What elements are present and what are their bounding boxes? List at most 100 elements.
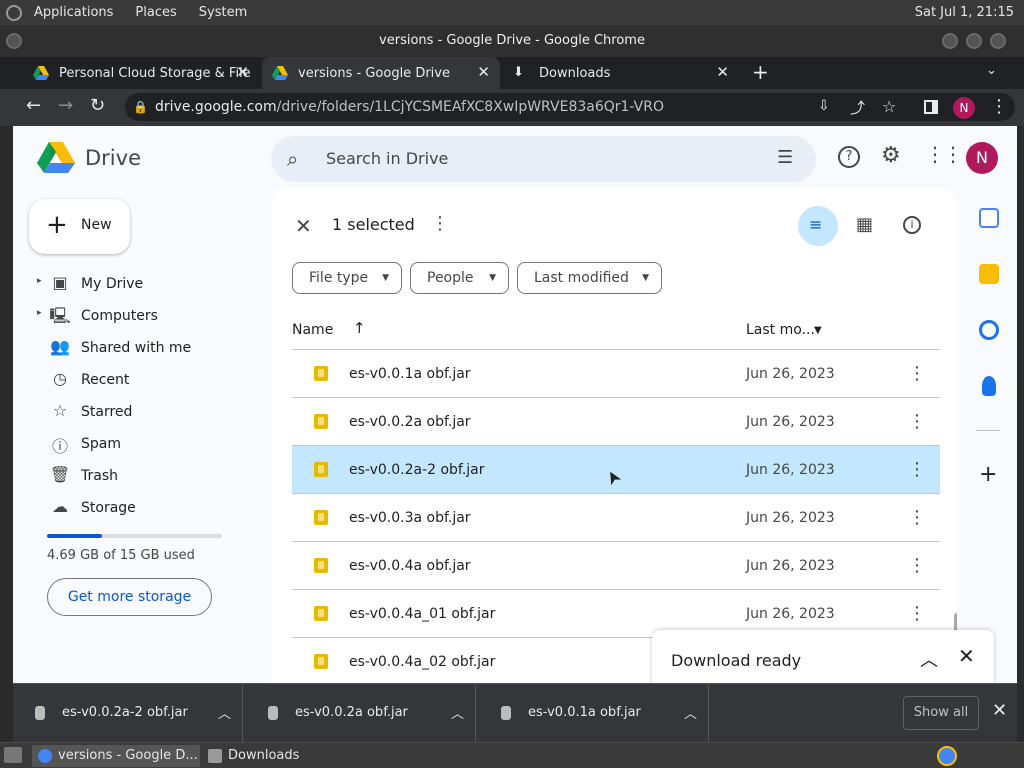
filter-chip-people[interactable]: People ▼ [410, 262, 509, 294]
share-icon[interactable]: ⤴ [850, 97, 865, 118]
sidebar-item-computers[interactable]: ▸ 🖳 Computers [33, 301, 253, 333]
google-drive-logo-icon[interactable] [37, 140, 75, 178]
close-toast-icon[interactable]: ✕ [958, 644, 975, 668]
file-modified-date: Jun 26, 2023 [746, 606, 835, 622]
expand-toast-chevron-icon[interactable]: ︿ [920, 646, 938, 672]
profile-avatar[interactable]: N [953, 97, 975, 119]
account-avatar[interactable]: N [966, 142, 998, 174]
tab-personal-cloud-storage[interactable]: Personal Cloud Storage & File ✕ [23, 57, 259, 89]
search-icon[interactable]: ⌕ [287, 147, 298, 171]
help-icon[interactable]: ? [838, 146, 860, 168]
drive-logo-text[interactable]: Drive [85, 146, 141, 170]
side-panel-icon[interactable] [924, 100, 938, 114]
chrome-menu-icon[interactable]: ⋮ [990, 96, 1008, 117]
google-tasks-icon[interactable] [979, 320, 999, 340]
taskbar-item-chrome[interactable]: versions - Google D... [32, 745, 200, 767]
gnome-foot-icon[interactable] [6, 4, 22, 21]
google-calendar-icon[interactable] [979, 208, 999, 228]
tab-downloads[interactable]: ⬇ Downloads ✕ [503, 57, 739, 89]
close-shelf-icon[interactable]: ✕ [992, 700, 1007, 721]
plus-icon: + [46, 210, 68, 240]
file-name: es-v0.0.4a obf.jar [349, 558, 471, 574]
row-more-actions-icon[interactable]: ⋮ [908, 411, 926, 432]
expand-caret-icon[interactable]: ▸ [37, 276, 42, 286]
jar-file-icon [314, 462, 328, 477]
file-row[interactable]: es-v0.0.4a obf.jar Jun 26, 2023 ⋮ [292, 542, 940, 590]
tab-search-icon[interactable]: ⌄ [986, 63, 997, 78]
sort-direction-arrow-icon[interactable]: ↑ [353, 319, 366, 337]
forward-icon[interactable]: → [58, 95, 73, 116]
info-icon[interactable]: i [903, 216, 921, 234]
clear-selection-close-icon[interactable]: ✕ [295, 214, 312, 238]
close-icon[interactable]: ✕ [477, 63, 490, 81]
close-window-button[interactable] [990, 33, 1006, 49]
sidebar-item-trash[interactable]: 🗑 Trash [33, 461, 253, 493]
row-more-actions-icon[interactable]: ⋮ [908, 363, 926, 384]
filter-chip-file-type[interactable]: File type ▼ [292, 262, 402, 294]
file-row[interactable]: es-v0.0.3a obf.jar Jun 26, 2023 ⋮ [292, 494, 940, 542]
sidebar-item-recent[interactable]: ◷ Recent [33, 365, 253, 397]
lock-icon[interactable]: 🔒 [133, 93, 148, 121]
file-row[interactable]: es-v0.0.1a obf.jar Jun 26, 2023 ⋮ [292, 350, 940, 398]
reload-icon[interactable]: ↻ [90, 95, 105, 116]
file-name: es-v0.0.1a obf.jar [349, 366, 471, 382]
row-more-actions-icon[interactable]: ⋮ [908, 507, 926, 528]
row-more-actions-icon[interactable]: ⋮ [908, 603, 926, 624]
sidebar-item-shared-with-me[interactable]: 👥 Shared with me [33, 333, 253, 365]
download-options-chevron-icon[interactable]: ︿ [218, 703, 231, 722]
get-more-storage-button[interactable]: Get more storage [47, 578, 212, 616]
google-contacts-icon[interactable] [982, 376, 996, 396]
sidebar-item-starred[interactable]: ☆ Starred [33, 397, 253, 429]
column-header-name[interactable]: Name [292, 322, 333, 338]
sidebar-item-storage[interactable]: ☁ Storage [33, 493, 253, 525]
show-desktop-icon[interactable] [4, 747, 22, 763]
search-box[interactable]: ⌕ Search in Drive ☰ [271, 136, 816, 182]
file-modified-date: Jun 26, 2023 [746, 558, 835, 574]
close-icon[interactable]: ✕ [716, 63, 729, 81]
new-tab-icon[interactable]: + [752, 60, 769, 84]
back-icon[interactable]: ← [26, 95, 41, 116]
download-item[interactable]: es-v0.0.1a obf.jar ︿ [479, 684, 709, 742]
places-menu[interactable]: Places [135, 5, 176, 20]
applications-menu[interactable]: Applications [34, 5, 113, 20]
download-options-chevron-icon[interactable]: ︿ [451, 703, 464, 722]
dropdown-arrow-icon: ▼ [489, 273, 496, 283]
bookmark-star-icon[interactable]: ☆ [882, 97, 896, 116]
clock[interactable]: Sat Jul 1, 21:15 [915, 5, 1014, 20]
tab-versions-google-drive[interactable]: versions - Google Drive ✕ [262, 57, 500, 89]
maximize-button[interactable] [966, 33, 982, 49]
expand-caret-icon[interactable]: ▸ [37, 308, 42, 318]
chrome-tray-icon[interactable] [937, 746, 957, 766]
download-icon: ⬇ [513, 65, 524, 80]
settings-gear-icon[interactable]: ⚙ [881, 143, 901, 168]
file-row[interactable]: es-v0.0.2a obf.jar Jun 26, 2023 ⋮ [292, 398, 940, 446]
sidebar-item-spam[interactable]: ⓘ Spam [33, 429, 253, 461]
new-button[interactable]: + New [29, 199, 130, 254]
get-add-ons-plus-icon[interactable]: + [979, 462, 997, 487]
download-item[interactable]: es-v0.0.2a-2 obf.jar ︿ [13, 684, 243, 742]
download-item[interactable]: es-v0.0.2a obf.jar ︿ [246, 684, 476, 742]
filter-toggle-button[interactable]: ≡ [798, 206, 838, 246]
show-all-downloads-button[interactable]: Show all [903, 696, 979, 730]
close-icon[interactable]: ✕ [236, 63, 249, 81]
minimize-button[interactable] [942, 33, 958, 49]
filter-chip-last-modified[interactable]: Last modified ▼ [517, 262, 662, 294]
search-input[interactable]: Search in Drive [326, 149, 448, 168]
download-options-chevron-icon[interactable]: ︿ [684, 703, 697, 722]
column-dropdown-arrow-icon[interactable]: ▼ [814, 325, 822, 336]
column-header-last-modified[interactable]: Last mo... [746, 322, 815, 338]
file-modified-date: Jun 26, 2023 [746, 462, 835, 478]
grid-view-icon[interactable]: ▦ [856, 214, 873, 235]
install-app-icon[interactable]: ⇩ [818, 98, 830, 114]
search-options-icon[interactable]: ☰ [777, 147, 793, 168]
google-keep-icon[interactable] [979, 264, 999, 284]
row-more-actions-icon[interactable]: ⋮ [908, 555, 926, 576]
google-drive-favicon-icon [33, 65, 49, 81]
window-menu-button[interactable] [6, 33, 22, 49]
taskbar-item-downloads[interactable]: Downloads [202, 745, 332, 767]
more-actions-icon[interactable]: ⋮ [431, 213, 449, 234]
system-menu[interactable]: System [199, 5, 247, 20]
row-more-actions-icon[interactable]: ⋮ [908, 459, 926, 480]
new-button-label: New [81, 217, 112, 233]
sidebar-item-my-drive[interactable]: ▸ ▣ My Drive [33, 269, 253, 301]
